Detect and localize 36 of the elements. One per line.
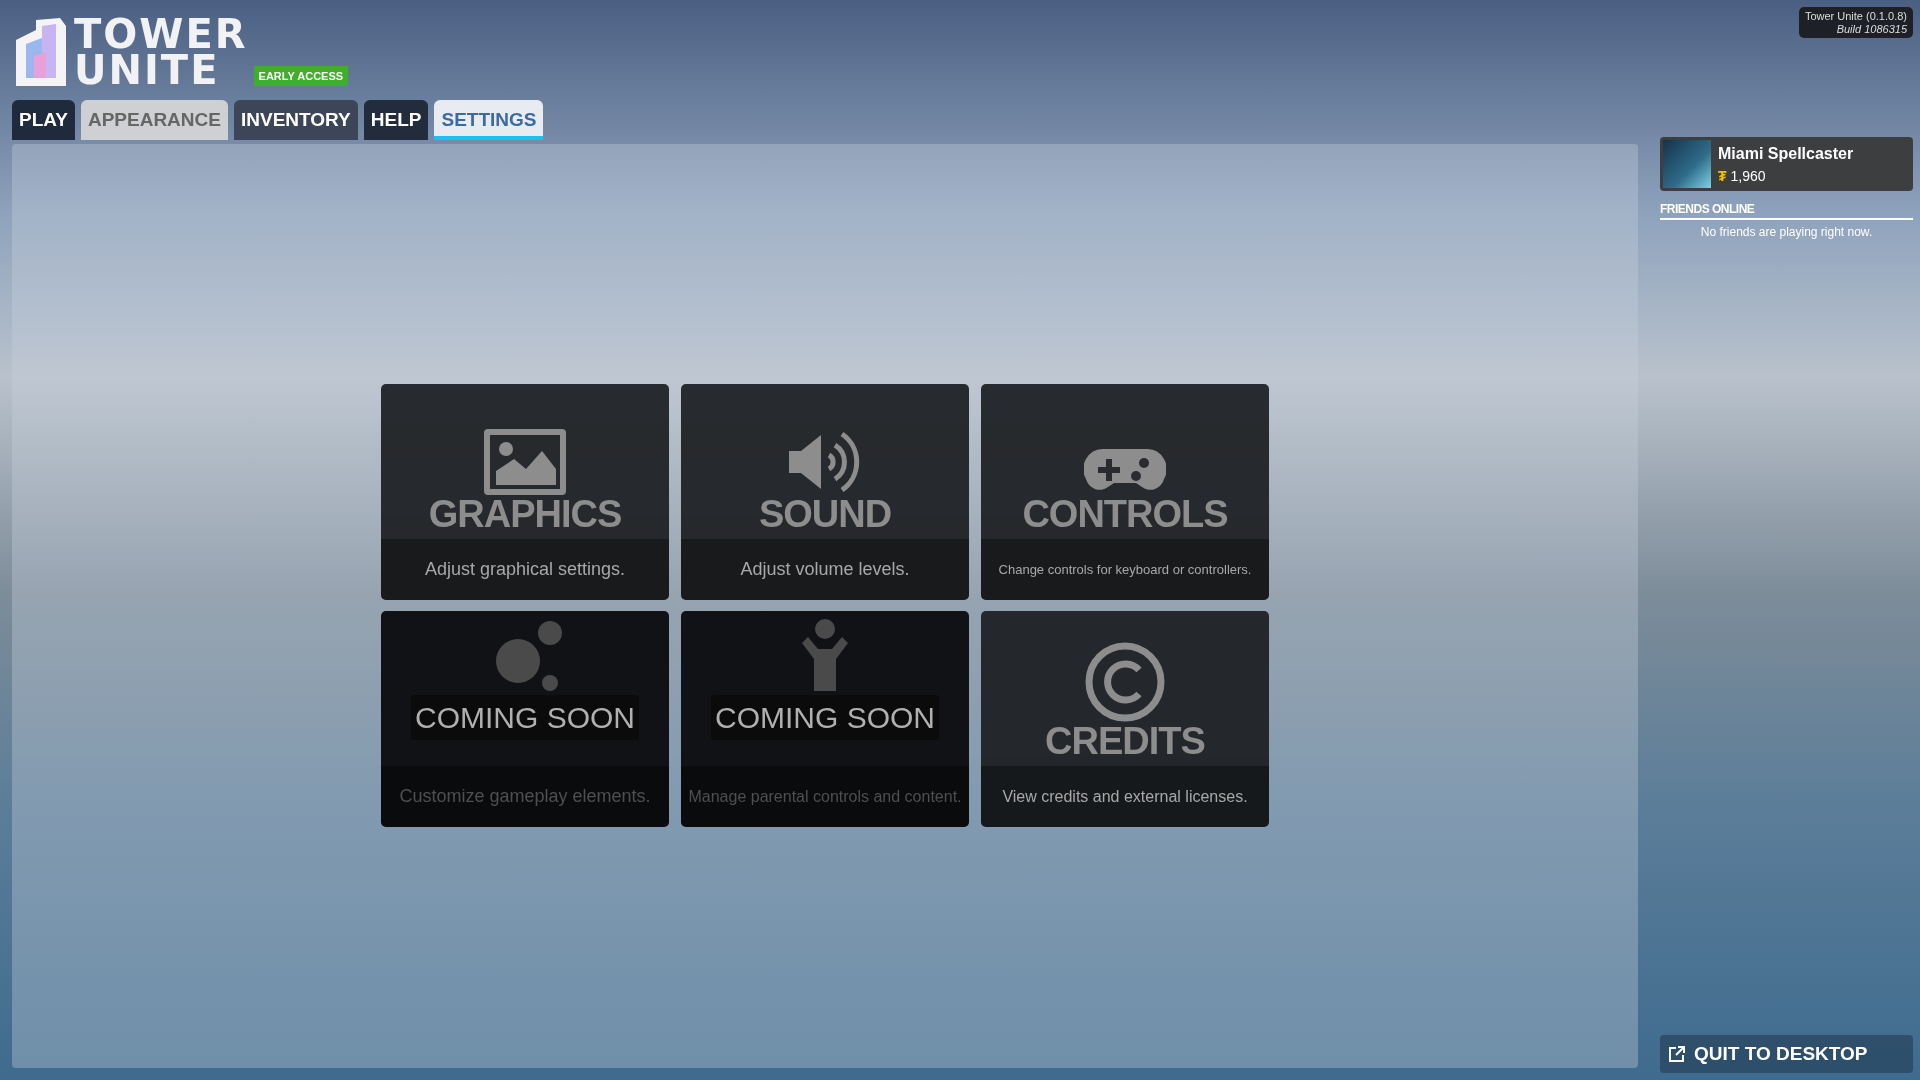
profile-card[interactable]: Miami Spellcaster ₮ 1,960 <box>1660 137 1913 192</box>
tile-description: Customize gameplay elements. <box>399 785 651 809</box>
player-name: Miami Spellcaster <box>1718 143 1854 164</box>
picture-icon <box>484 429 566 496</box>
currency-balance: ₮ 1,960 <box>1718 166 1767 186</box>
avatar-placeholder <box>1663 140 1711 189</box>
tile-title: CONTROLS <box>1022 495 1228 534</box>
version-label: Tower Unite (0.1.0.8) Build 1086315 <box>1798 7 1913 39</box>
tile-description: Change controls for keyboard or controllers. <box>998 561 1252 579</box>
person-icon <box>800 619 850 692</box>
nav-tab[interactable]: PLAY <box>12 100 75 140</box>
nav-tab[interactable]: INVENTORY <box>233 100 358 140</box>
friends-heading: FRIENDS ONLINE <box>1660 200 1913 221</box>
settings-tile[interactable]: SOUND Adjust volume levels. <box>681 384 969 601</box>
nav-tab[interactable]: APPEARANCE <box>80 100 228 140</box>
tile-title: GRAPHICS <box>428 495 622 534</box>
coming-soon-label: COMING SOON <box>411 695 639 741</box>
coming-soon-label: COMING SOON <box>711 695 939 741</box>
tile-description: Adjust volume levels. <box>740 558 910 582</box>
settings-tile[interactable]: GRAPHICS Adjust graphical settings. <box>381 384 669 601</box>
tile-description: Manage parental controls and content. <box>688 786 962 807</box>
external-link-icon <box>1668 1044 1686 1063</box>
logo-text: UNITE <box>74 52 220 88</box>
nav-tab[interactable]: HELP <box>363 100 429 140</box>
settings-tile[interactable]: CREDITS View credits and external licenses. <box>981 611 1269 828</box>
logo-text: TOWER <box>74 16 248 52</box>
early-access-badge: EARLY ACCESS <box>253 65 349 86</box>
friends-empty-message: No friends are playing right now. <box>1699 224 1874 242</box>
settings-tile[interactable]: CONTROLS Change controls for keyboard or controllers. <box>981 384 1269 601</box>
tile-description: View credits and external licenses. <box>1002 786 1248 807</box>
tile-description: Adjust graphical settings. <box>424 558 626 582</box>
quit-button[interactable]: QUIT TO DESKTOP <box>1660 1034 1913 1073</box>
tile-title: CREDITS <box>1045 722 1205 761</box>
copyright-icon <box>1085 642 1165 723</box>
nav-tab[interactable]: SETTINGS <box>434 100 544 140</box>
tile-title: SOUND <box>758 495 892 534</box>
